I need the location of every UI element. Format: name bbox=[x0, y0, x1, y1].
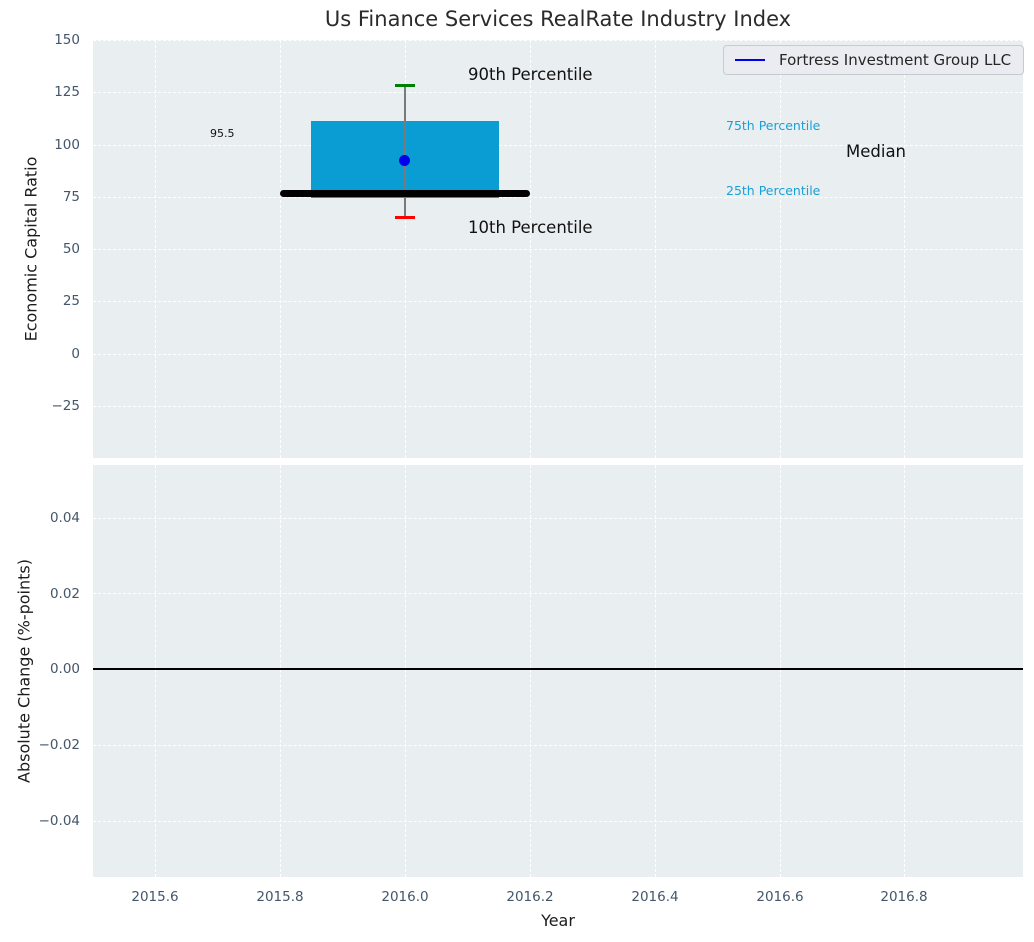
axes-economic-capital-ratio: 90th Percentile 10th Percentile 75th Per… bbox=[93, 40, 1025, 458]
gridline bbox=[93, 405, 1023, 407]
label-75th-percentile: 75th Percentile bbox=[726, 118, 821, 133]
gridline bbox=[93, 92, 1023, 94]
y-axis-label-top: Economic Capital Ratio bbox=[21, 156, 41, 342]
p10-cap bbox=[395, 216, 415, 219]
chart-title: Us Finance Services RealRate Industry In… bbox=[324, 7, 792, 31]
median-line bbox=[280, 190, 530, 197]
ytick-top: 100 bbox=[54, 136, 80, 153]
zero-line bbox=[93, 668, 1023, 670]
gridline bbox=[904, 465, 906, 877]
ytick-top: 125 bbox=[54, 84, 80, 100]
gridline bbox=[93, 593, 1023, 595]
xtick: 2016.0 bbox=[381, 889, 429, 905]
legend-label: Fortress Investment Group LLC bbox=[779, 51, 1012, 69]
label-median: Median bbox=[846, 142, 907, 161]
gridline bbox=[155, 465, 157, 877]
xtick: 2016.6 bbox=[756, 889, 804, 905]
gridline bbox=[93, 301, 1023, 303]
median-value-label: 95.5 bbox=[210, 127, 235, 140]
ytick-bottom: −0.04 bbox=[38, 812, 80, 829]
gridline bbox=[280, 465, 282, 877]
gridline bbox=[93, 353, 1023, 355]
gridline bbox=[654, 465, 656, 877]
company-marker-dot bbox=[399, 155, 410, 166]
whisker-line bbox=[404, 86, 406, 218]
ytick-top: −25 bbox=[51, 398, 81, 414]
p90-cap bbox=[395, 84, 415, 87]
ytick-top: 150 bbox=[54, 32, 80, 48]
x-axis-label: Year bbox=[541, 911, 575, 930]
gridline bbox=[93, 744, 1023, 746]
gridline bbox=[93, 40, 1023, 41]
ytick-top: 0 bbox=[71, 345, 80, 362]
y-axis-label-bottom: Absolute Change (%-points) bbox=[14, 559, 34, 783]
gridline bbox=[93, 517, 1023, 519]
legend: Fortress Investment Group LLC bbox=[723, 45, 1025, 75]
gridline bbox=[93, 820, 1023, 822]
label-25th-percentile: 25th Percentile bbox=[726, 183, 821, 198]
ytick-bottom: 0.04 bbox=[49, 509, 80, 526]
gridline bbox=[779, 465, 781, 877]
xtick: 2016.2 bbox=[506, 889, 554, 905]
label-10th-percentile: 10th Percentile bbox=[468, 218, 593, 237]
gridline bbox=[405, 465, 407, 877]
xtick: 2016.8 bbox=[880, 889, 928, 905]
gridline bbox=[93, 249, 1023, 251]
label-90th-percentile: 90th Percentile bbox=[468, 65, 593, 84]
figure: Us Finance Services RealRate Industry In… bbox=[0, 0, 1034, 942]
xtick: 2015.6 bbox=[131, 889, 179, 905]
axes-absolute-change bbox=[93, 465, 1023, 877]
legend-line-swatch bbox=[735, 58, 765, 62]
gridline bbox=[93, 196, 1023, 198]
xtick: 2015.8 bbox=[256, 889, 304, 905]
gridline bbox=[529, 465, 531, 877]
xtick: 2016.4 bbox=[631, 889, 679, 905]
